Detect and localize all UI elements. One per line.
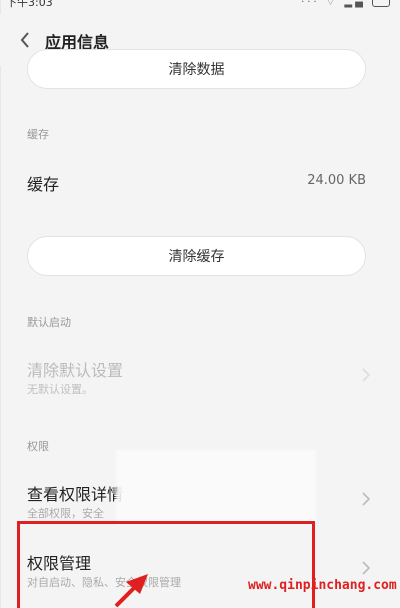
cache-section-label: 缓存: [27, 128, 49, 141]
clear-cache-button[interactable]: 清除缓存: [27, 236, 366, 276]
clear-data-button[interactable]: 清除数据: [27, 49, 366, 89]
chevron-right-icon: [362, 561, 371, 575]
permissions-section-label: 权限: [27, 440, 49, 453]
chevron-right-icon: [362, 492, 371, 506]
left-edge-divider: [0, 0, 1, 608]
view-permissions-title: 查看权限详情: [27, 485, 124, 504]
clear-defaults-title: 清除默认设置: [27, 361, 124, 380]
view-permissions-subtitle: 全部权限，安全: [27, 507, 104, 520]
red-arrow-icon: [114, 574, 148, 608]
cache-row-title: 缓存: [27, 175, 60, 194]
watermark: www.qinpinchang.com: [248, 578, 397, 593]
blurred-overlay: [116, 450, 316, 524]
signal-icon: ···: [301, 0, 320, 8]
chevron-right-icon: [362, 368, 371, 382]
battery-icon: [372, 0, 390, 7]
status-icons: ··· ⌔ ▂▄: [301, 0, 390, 9]
default-launch-section-label: 默认启动: [27, 316, 71, 329]
status-bar: 下午3:03 ··· ⌔ ▂▄: [0, 0, 400, 12]
status-time: 下午3:03: [6, 0, 53, 9]
cache-size-value: 24.00 KB: [307, 173, 366, 188]
back-chevron-icon[interactable]: [14, 28, 38, 52]
clear-defaults-subtitle: 无默认设置。: [27, 383, 93, 396]
wifi-icon: ⌔: [325, 0, 339, 8]
cell-signal-icon: ▂▄: [344, 0, 366, 8]
